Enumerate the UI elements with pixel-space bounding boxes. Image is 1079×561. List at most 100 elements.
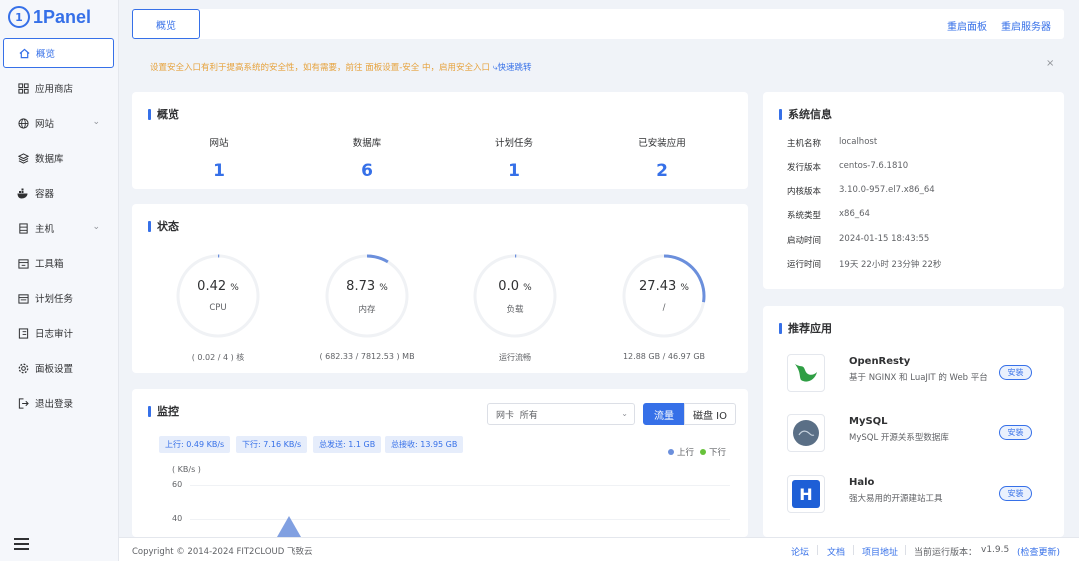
sidebar-item-label: 容器 [35,189,55,200]
nic-select[interactable]: 网卡 所有 ⌄ [487,403,635,425]
stat-label: 数据库 [352,138,382,149]
globe-icon [17,117,29,129]
legend-upload[interactable]: 上行 [668,446,694,458]
toolbox-icon [17,257,29,269]
check-update-link[interactable]: (检查更新) [1017,545,1060,558]
traffic-peak-marker [277,516,301,537]
status-title: 状态 [148,218,179,234]
gauge-detail: ( 682.33 / 7812.53 ) MB [319,352,415,361]
gauge-disk[interactable]: 27.43 % / 12.88 GB / 46.97 GB [619,253,709,361]
disk-io-toggle-button[interactable]: 磁盘 IO [684,403,736,425]
stat-value: 1 [508,161,520,181]
sidebar-item-label: 面板设置 [35,364,74,375]
download-rate-tag: 下行: 7.16 KB/s [236,436,308,453]
stat-value: 2 [656,161,668,181]
sidebar-item-database[interactable]: 数据库 [3,143,114,173]
sidebar-item-label: 计划任务 [35,294,74,305]
logout-icon [17,397,29,409]
sidebar-item-label: 概览 [36,49,56,60]
install-button[interactable]: 安装 [999,486,1032,501]
monitor-title: 监控 [148,403,179,419]
sidebar-item-toolbox[interactable]: 工具箱 [3,248,114,278]
openresty-icon [787,354,825,392]
app-name: MySQL [849,416,888,427]
quick-jump-link[interactable]: ⤷快速跳转 [493,63,532,73]
stat-cron-jobs[interactable]: 计划任务 1 [459,135,569,181]
docs-link[interactable]: 文档 [827,545,845,558]
sidebar-item-website[interactable]: 网站 ⌄ [3,108,114,138]
sidebar-item-host[interactable]: 主机 ⌄ [3,213,114,243]
info-key: 启动时间 [787,236,822,246]
legend-dot [700,449,706,455]
app-mysql[interactable]: MySQL MySQL 开源关系型数据库 安装 [787,414,1037,454]
info-arch: 系统类型 x86_64 [787,209,870,221]
restart-server-link[interactable]: 重启服务器 [1001,18,1051,33]
calendar-icon [17,292,29,304]
info-key: 系统类型 [787,211,822,221]
sidebar-item-logs[interactable]: 日志审计 [3,318,114,348]
brand-name: 1Panel [33,6,92,27]
database-icon [17,152,29,164]
tab-overview[interactable]: 概览 [132,9,200,39]
info-release: 发行版本 centos-7.6.1810 [787,161,908,173]
version-label: 当前运行版本： [914,548,978,558]
app-openresty[interactable]: OpenResty 基于 NGINX 和 LuaJIT 的 Web 平台 安装 [787,354,1037,394]
info-value: x86_64 [839,209,870,219]
stat-label: 计划任务 [494,138,533,149]
gauge-ring [176,254,260,338]
gridline [190,485,730,486]
info-value: 19天 22小时 23分钟 22秒 [839,260,942,270]
sidebar-item-logout[interactable]: 退出登录 [3,388,114,418]
gauge-memory[interactable]: 8.73 % 内存 ( 682.33 / 7812.53 ) MB [319,253,415,361]
brand-logo[interactable]: 1 1Panel [8,5,91,29]
close-icon[interactable]: × [1046,58,1054,69]
home-icon [18,47,30,59]
gauge-value-line: 27.43 % [619,279,709,294]
info-key: 主机名称 [787,139,822,149]
restart-panel-link[interactable]: 重启面板 [947,18,987,33]
gauge-name: 内存 [358,305,376,315]
gauge-ring [473,254,557,338]
top-bar: 概览 重启面板 重启服务器 [132,9,1064,39]
gauge-value-line: 0.42 % [173,279,263,294]
project-link[interactable]: 项目地址 [862,545,898,558]
sidebar-item-settings[interactable]: 面板设置 [3,353,114,383]
chevron-down-icon: ⌄ [92,117,100,127]
sidebar: 1 1Panel 概览 应用商店 网站 ⌄ 数据库 容器 主机 ⌄ 工具箱 计划… [0,0,119,561]
divider [853,545,854,555]
stat-databases[interactable]: 数据库 6 [312,135,422,181]
info-key: 内核版本 [787,187,822,197]
mysql-icon [787,414,825,452]
stat-label: 已安装应用 [638,138,686,149]
app-description: 强大易用的开源建站工具 [849,494,943,504]
install-button[interactable]: 安装 [999,425,1032,440]
install-button[interactable]: 安装 [999,365,1032,380]
app-halo[interactable]: H Halo 强大易用的开源建站工具 安装 [787,475,1037,515]
divider [905,545,906,555]
info-boot-time: 启动时间 2024-01-15 18:43:55 [787,234,929,246]
app-description: 基于 NGINX 和 LuaJIT 的 Web 平台 [849,373,988,383]
stat-installed-apps[interactable]: 已安装应用 2 [607,135,717,181]
copyright-text: Copyright © 2014-2024 FIT2CLOUD 飞致云 [132,547,313,557]
collapse-menu-icon[interactable] [14,538,29,550]
nic-select-value: 所有 [519,410,538,421]
sidebar-item-app-store[interactable]: 应用商店 [3,73,114,103]
traffic-toggle-button[interactable]: 流量 [643,403,685,425]
sidebar-item-container[interactable]: 容器 [3,178,114,208]
forum-link[interactable]: 论坛 [791,545,809,558]
info-value: centos-7.6.1810 [839,161,909,171]
legend-download[interactable]: 下行 [700,446,726,458]
info-kernel: 内核版本 3.10.0-957.el7.x86_64 [787,185,935,197]
gauge-load[interactable]: 0.0 % 负载 运行流畅 [470,253,560,362]
sidebar-item-overview[interactable]: 概览 [3,38,114,68]
gauge-cpu[interactable]: 0.42 % CPU ( 0.02 / 4 ) 核 [173,253,263,362]
stat-websites[interactable]: 网站 1 [164,135,274,181]
sidebar-item-cron[interactable]: 计划任务 [3,283,114,313]
gauge-ring [622,254,706,338]
gauge-detail: 运行流畅 [499,353,531,362]
total-received-tag: 总接收: 13.95 GB [385,436,464,453]
info-key: 发行版本 [787,163,822,173]
recommended-apps-card: 推荐应用 OpenResty 基于 NGINX 和 LuaJIT 的 Web 平… [763,306,1064,537]
sidebar-item-label: 网站 [35,119,55,130]
security-notice: 设置安全入口有利于提高系统的安全性，如有需要，前往 面板设置-安全 中，启用安全… [150,61,531,73]
